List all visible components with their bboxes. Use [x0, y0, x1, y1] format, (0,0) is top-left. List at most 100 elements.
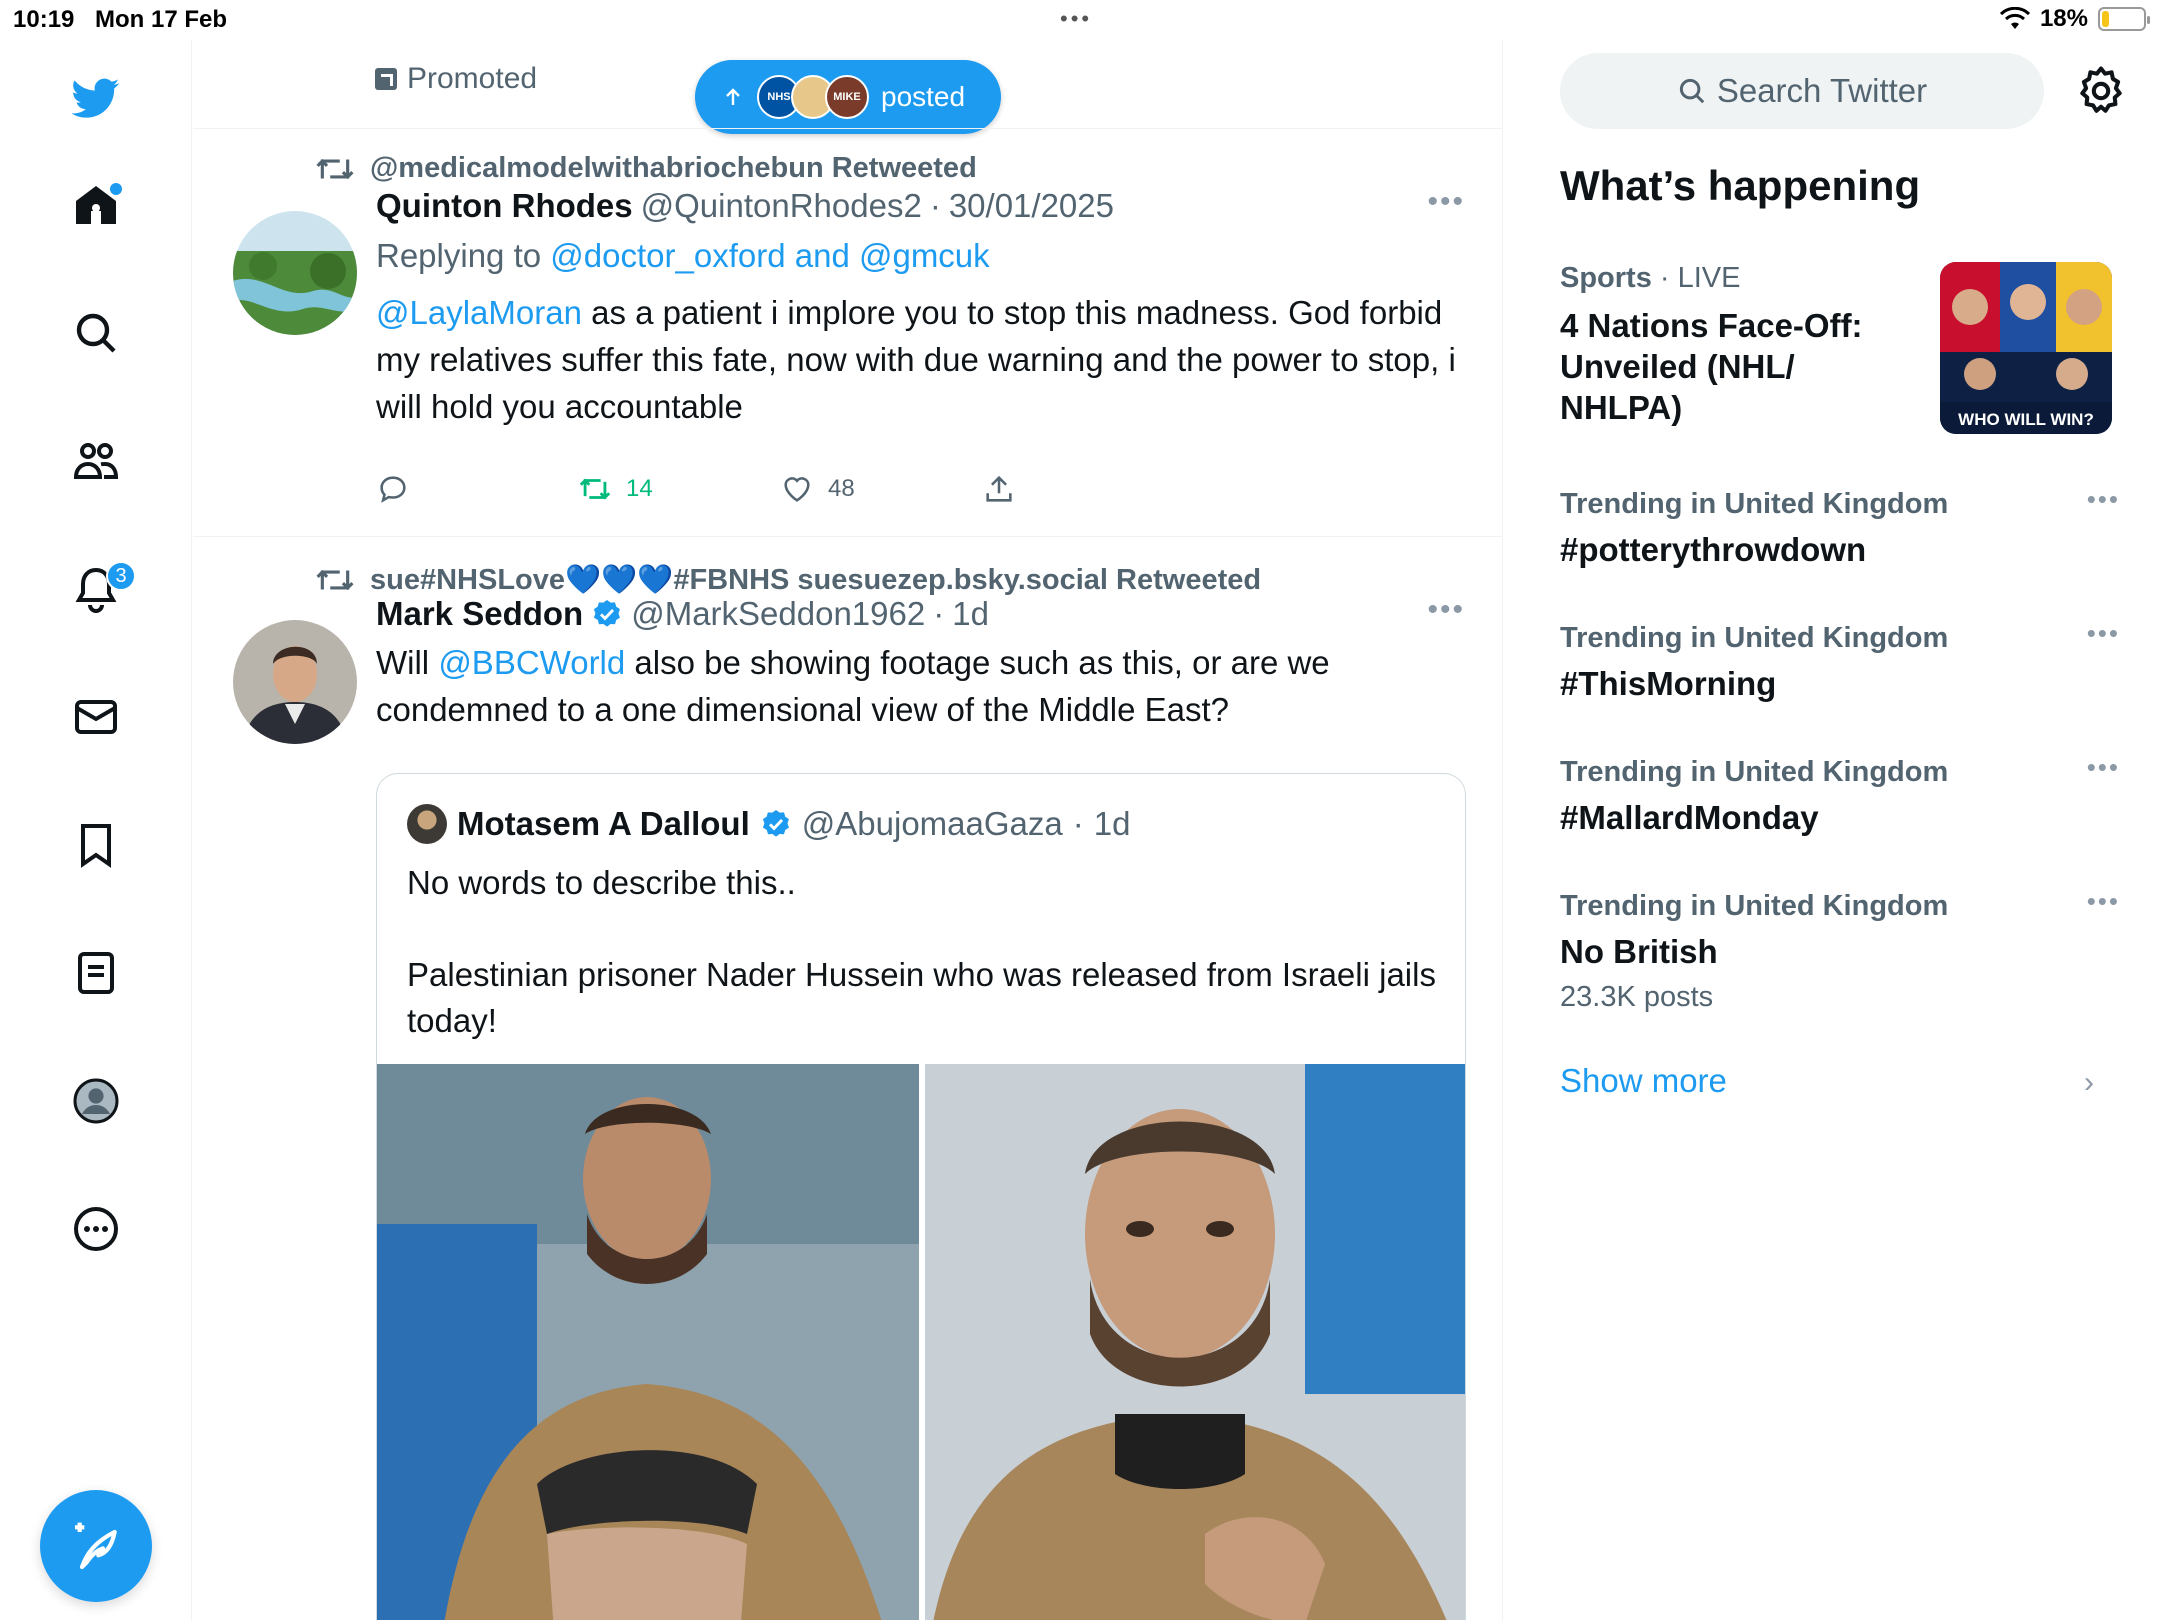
trend-item[interactable]: Trending in United Kingdom #potterythrow… [1560, 484, 2120, 569]
search-placeholder: Search Twitter [1716, 72, 1928, 109]
share-button[interactable] [982, 472, 1184, 506]
quoted-text-line-2: Palestinian prisoner Nader Hussein who w… [407, 956, 1436, 1039]
retweeted-by: sue#NHSLove💙💙💙#FBNHS suesuezep.bsky.soci… [370, 564, 1262, 596]
search-twitter-input[interactable]: Search Twitter [1560, 53, 2044, 129]
trend-item[interactable]: Trending in United Kingdom #MallardMonda… [1560, 752, 2120, 837]
twitter-logo-icon[interactable] [66, 68, 126, 128]
compose-tweet-button[interactable] [40, 1490, 152, 1602]
replying-prefix: Replying to [376, 237, 542, 274]
replying-to-users[interactable]: @doctor_oxford and @gmcuk [550, 237, 989, 274]
new-posts-pill[interactable]: NHS MIKE posted [695, 60, 1001, 134]
trend-more-icon[interactable]: ••• [2087, 886, 2120, 917]
promoted-icon [375, 68, 397, 90]
notifications-icon[interactable]: 3 [66, 559, 136, 619]
trend-context: Trending in United Kingdom [1560, 890, 1949, 922]
trend-context: Trending in United Kingdom [1560, 756, 1949, 788]
verified-badge-icon [762, 810, 789, 837]
trend-image-caption: WHO WILL WIN? [1958, 410, 2094, 429]
whats-happening-title: What’s happening [1560, 162, 1921, 209]
quoted-tweet-date[interactable]: 1d [1094, 805, 1131, 843]
arrow-up-icon [726, 88, 740, 105]
share-icon [986, 475, 1012, 502]
trend-category: Sports [1560, 262, 1652, 294]
search-icon[interactable] [66, 303, 126, 363]
multitasking-dots-icon[interactable]: ••• [1060, 6, 1092, 32]
reply-icon [380, 476, 406, 503]
tweet-date[interactable]: 30/01/2025 [949, 187, 1114, 225]
settings-gear-icon[interactable] [2074, 64, 2128, 118]
retweeted-by: @medicalmodelwithabriochebun Retweeted [370, 152, 977, 184]
communities-icon[interactable] [66, 431, 126, 491]
media-image-1[interactable] [377, 1064, 919, 1620]
tweet-mark-seddon[interactable]: sue#NHSLove💙💙💙#FBNHS suesuezep.bsky.soci… [193, 537, 1502, 1620]
trend-item[interactable]: Trending in United Kingdom #ThisMorning … [1560, 618, 2120, 703]
trend-title: #potterythrowdown [1560, 531, 1867, 568]
tweet-date[interactable]: 1d [952, 595, 989, 633]
replying-to: Replying to @doctor_oxford and @gmcuk [376, 237, 990, 275]
tweet-more-icon[interactable]: ••• [1427, 185, 1465, 219]
avatar[interactable] [233, 620, 357, 744]
separator-dot: · [1651, 262, 1678, 294]
left-navigation: 3 [0, 40, 192, 1620]
trend-item[interactable]: Trending in United Kingdom No British 23… [1560, 886, 2120, 1014]
messages-icon[interactable] [66, 687, 126, 747]
media-image-2[interactable] [925, 1064, 1465, 1620]
bookmarks-icon[interactable] [66, 815, 126, 875]
mention-link[interactable]: @LaylaMoran [376, 294, 582, 331]
quoted-tweet-text: No words to describe this.. Palestinian … [407, 860, 1437, 1044]
like-button[interactable]: 48 [780, 472, 982, 506]
compose-feather-icon [75, 1522, 117, 1570]
status-bar: 10:19 Mon 17 Feb ••• 18% [0, 0, 2160, 40]
quoted-author-name[interactable]: Motasem A Dalloul [457, 805, 750, 843]
mention-link[interactable]: @BBCWorld [438, 644, 625, 681]
chevron-right-icon: › [2084, 1066, 2094, 1099]
trend-more-icon[interactable]: ••• [2087, 484, 2120, 515]
live-label: LIVE [1677, 262, 1741, 294]
trend-post-count: 23.3K posts [1560, 981, 1714, 1013]
author-name[interactable]: Mark Seddon [376, 595, 583, 633]
quoted-text-line-1: No words to describe this.. [407, 864, 796, 901]
retweet-icon [316, 158, 354, 179]
quoted-tweet[interactable]: Motasem A Dalloul @AbujomaaGaza · 1d No … [376, 773, 1466, 1620]
author-handle[interactable]: @MarkSeddon1962 [631, 595, 925, 633]
retweet-button[interactable]: 14 [578, 472, 780, 506]
trend-more-icon[interactable]: ••• [2087, 618, 2120, 649]
trend-sports[interactable]: Sports · LIVE 4 Nations Face-Off: Unveil… [1560, 262, 2130, 434]
home-icon[interactable] [66, 175, 126, 235]
battery-level [2102, 11, 2109, 27]
heart-icon [784, 477, 810, 502]
author-name[interactable]: Quinton Rhodes [376, 187, 633, 225]
tweet-text: Will @BBCWorld also be showing footage s… [376, 639, 1466, 733]
avatar[interactable] [233, 211, 357, 335]
status-date: Mon 17 Feb [95, 6, 228, 33]
tweet-quinton-rhodes[interactable]: @medicalmodelwithabriochebun Retweeted Q… [193, 129, 1502, 575]
separator-dot: · [1072, 805, 1084, 842]
more-icon[interactable] [66, 1199, 126, 1259]
reply-button[interactable] [376, 472, 578, 506]
profile-icon[interactable] [66, 1071, 126, 1131]
trend-image[interactable]: WHO WILL WIN? [1940, 262, 2112, 434]
trend-title: #MallardMonday [1560, 799, 1819, 836]
separator-dot: · [933, 595, 945, 632]
author-handle[interactable]: @QuintonRhodes2 [641, 187, 922, 225]
tweet-header: Mark Seddon @MarkSeddon1962 · 1d [376, 595, 989, 633]
trend-more-icon[interactable]: ••• [2087, 752, 2120, 783]
retweet-icon [579, 478, 611, 500]
quoted-author-handle[interactable]: @AbujomaaGaza [802, 805, 1063, 843]
quoted-avatar[interactable] [407, 804, 447, 844]
right-sidebar: Search Twitter What’s happening Sports ·… [1504, 40, 2160, 1620]
retweet-icon [316, 569, 354, 591]
trend-context: Trending in United Kingdom [1560, 622, 1949, 654]
tweet-text: @LaylaMoran as a patient i implore you t… [376, 289, 1466, 430]
wifi-icon [1999, 7, 2030, 29]
search-icon [1679, 78, 1705, 104]
like-count: 48 [828, 475, 855, 502]
notifications-badge: 3 [106, 561, 136, 591]
lists-icon[interactable] [66, 943, 126, 1003]
tweet-more-icon[interactable]: ••• [1427, 593, 1465, 627]
avatar-3: MIKE [825, 75, 869, 119]
timeline: Promoted NHS MIKE posted @medicalmodelwi… [193, 40, 1503, 1620]
show-more-link[interactable]: Show more [1560, 1062, 1727, 1100]
verified-badge-icon [594, 600, 621, 627]
battery-icon [2098, 7, 2150, 31]
